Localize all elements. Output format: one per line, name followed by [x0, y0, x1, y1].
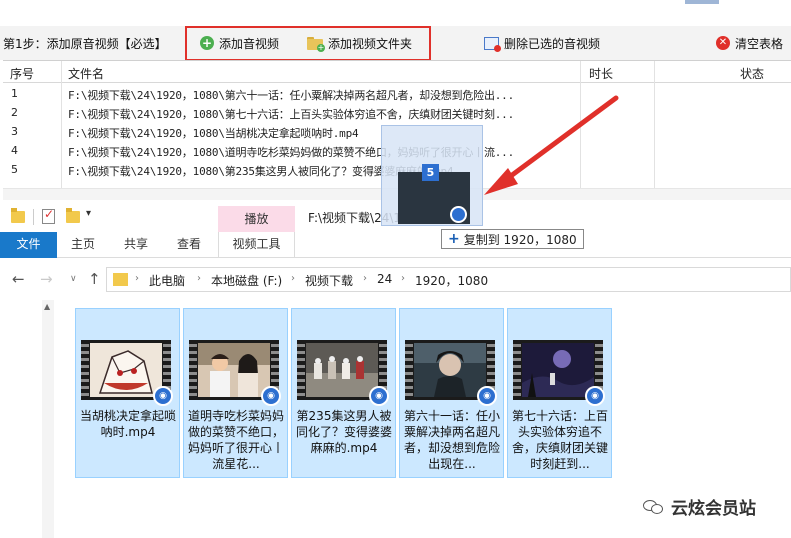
file-name: 第六十一话：任小粟解决掉两名超凡者，却没想到危险出现在...	[404, 409, 500, 471]
thumbnail-image	[522, 343, 594, 397]
chevron-right-icon[interactable]: ›	[135, 273, 139, 284]
tab-share[interactable]: 共享	[110, 232, 162, 258]
clear-table-label: 清空表格	[735, 36, 784, 51]
customize-dropdown-icon[interactable]: ▾	[86, 208, 91, 219]
media-player-badge-icon: ◉	[585, 386, 605, 406]
tab-view[interactable]: 查看	[163, 232, 215, 258]
breadcrumb-drive[interactable]: 本地磁盘 (F:)	[211, 272, 282, 289]
file-name: 第235集这男人被同化了？变得婆婆麻麻的.mp4	[296, 409, 392, 455]
tab-file[interactable]: 文件	[0, 232, 57, 258]
watermark-text: 云炫会员站	[671, 499, 756, 519]
highlight-box	[185, 26, 431, 61]
file-name: 第七十六话：上百头实验体穷追不舍，庆缜财团关键时刻赶到...	[512, 409, 608, 471]
chevron-right-icon[interactable]: ›	[363, 273, 367, 284]
top-strip	[0, 0, 791, 26]
drop-tooltip: + 复制到 1920，1080	[441, 229, 584, 249]
folder-icon	[11, 208, 25, 223]
watermark: 云炫会员站	[643, 494, 756, 519]
table-row[interactable]: 2 F:\视频下载\24\1920，1080\第七十六话：上百头实验体穷追不舍，…	[3, 103, 791, 122]
drag-ghost: 5	[381, 125, 483, 226]
new-folder-icon[interactable]	[66, 208, 80, 223]
chevron-right-icon[interactable]: ›	[291, 273, 295, 284]
wechat-icon	[643, 498, 665, 516]
close-circle-icon: ✕	[716, 36, 730, 50]
breadcrumb-24[interactable]: 24	[377, 272, 392, 286]
thumbnail-image	[90, 343, 162, 397]
clear-table-button[interactable]: ✕ 清空表格	[716, 34, 783, 52]
delete-list-icon	[484, 36, 501, 52]
thumbnail-image	[306, 343, 378, 397]
column-header-status[interactable]: 状态	[740, 65, 764, 82]
drop-tooltip-text: 复制到 1920，1080	[463, 232, 577, 247]
file-tile[interactable]: ◉ 第235集这男人被同化了？变得婆婆麻麻的.mp4	[291, 308, 396, 478]
nav-pane-scrollbar[interactable]: ▲	[42, 300, 54, 538]
step-label: 第1步：添加原音视频【必选】	[3, 37, 167, 51]
breadcrumb-video-downloads[interactable]: 视频下载	[305, 272, 353, 289]
up-arrow-icon[interactable]: ↑	[88, 270, 101, 288]
breadcrumb-this-pc[interactable]: 此电脑	[149, 272, 185, 289]
chevron-right-icon[interactable]: ›	[401, 273, 405, 284]
folder-icon	[113, 273, 128, 286]
media-player-badge-icon: ◉	[477, 386, 497, 406]
properties-icon[interactable]	[42, 207, 55, 224]
ribbon-tabs: 文件 主页 共享 查看 视频工具	[0, 232, 791, 258]
context-tab-play[interactable]: 播放	[218, 206, 295, 232]
tab-home[interactable]: 主页	[58, 232, 108, 258]
drag-count-badge: 5	[422, 164, 439, 181]
thumbnail-image	[198, 343, 270, 397]
media-player-badge-icon: ◉	[369, 386, 389, 406]
delete-selected-button[interactable]: 删除已选的音视频	[484, 34, 600, 52]
file-tile[interactable]: ◉ 当胡桃决定拿起唢呐时.mp4	[75, 308, 180, 478]
file-tile[interactable]: ◉ 第六十一话：任小粟解决掉两名超凡者，却没想到危险出现在...	[399, 308, 504, 478]
file-tile[interactable]: ◉ 第七十六话：上百头实验体穷追不舍，庆缜财团关键时刻赶到...	[507, 308, 612, 478]
scroll-up-icon[interactable]: ▲	[44, 302, 50, 311]
forward-arrow-icon[interactable]: →	[40, 270, 53, 288]
delete-selected-label: 删除已选的音视频	[504, 36, 601, 51]
plus-icon: +	[448, 231, 460, 247]
back-arrow-icon[interactable]: ←	[12, 270, 25, 288]
file-name: 当胡桃决定拿起唢呐时.mp4	[80, 409, 176, 439]
table-row[interactable]: 1 F:\视频下载\24\1920，1080\第六十一话：任小粟解决掉两名超凡者…	[3, 84, 791, 103]
media-player-badge-icon	[450, 206, 467, 223]
recent-locations-icon[interactable]: ∨	[70, 274, 77, 284]
tab-video-tools[interactable]: 视频工具	[218, 232, 295, 258]
navigation-bar: ← → ∨ ↑ › 此电脑 › 本地磁盘 (F:) › 视频下载 › 24 › …	[0, 264, 791, 294]
address-bar[interactable]: › 此电脑 › 本地磁盘 (F:) › 视频下载 › 24 › 1920，108…	[106, 267, 791, 292]
column-header-duration[interactable]: 时长	[589, 65, 613, 82]
media-player-badge-icon: ◉	[153, 386, 173, 406]
chevron-right-icon[interactable]: ›	[197, 273, 201, 284]
file-name: 道明寺吃杉菜妈妈做的菜赞不绝口，妈妈听了很开心丨流星花...	[188, 409, 284, 471]
breadcrumb-1920-1080[interactable]: 1920，1080	[415, 272, 488, 289]
column-header-filename[interactable]: 文件名	[68, 65, 104, 82]
file-tile[interactable]: ◉ 道明寺吃杉菜妈妈做的菜赞不绝口，妈妈听了很开心丨流星花...	[183, 308, 288, 478]
media-player-badge-icon: ◉	[261, 386, 281, 406]
column-header-index[interactable]: 序号	[10, 65, 34, 82]
thumbnail-image	[414, 343, 486, 397]
file-explorer-window: ▾ 播放 F:\视频下载\24\1920，1080 文件 主页 共享 查看 视频…	[0, 200, 791, 538]
table-header: 序号 文件名 时长 状态	[3, 61, 791, 83]
